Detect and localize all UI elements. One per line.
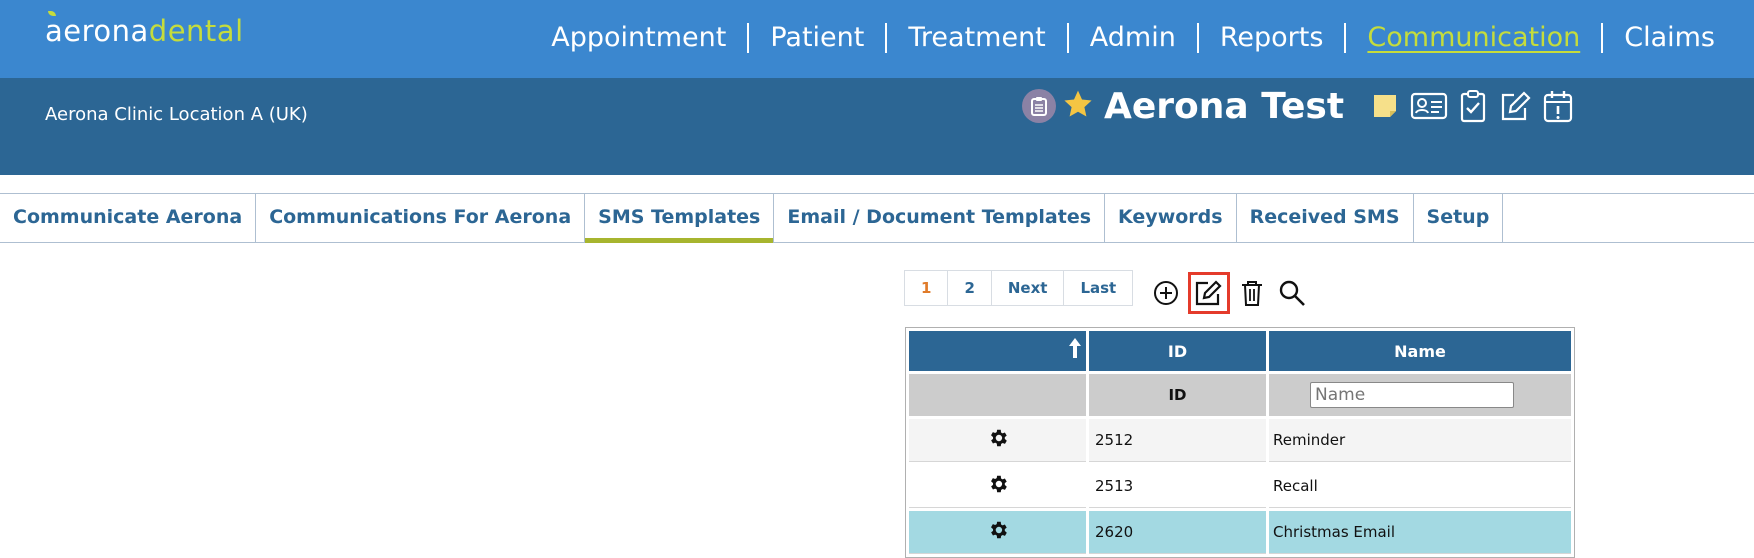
nav-appointment[interactable]: Appointment [530,18,747,58]
row-name: Reminder [1269,419,1571,462]
row-settings-cell [909,419,1086,462]
sticky-note-icon[interactable] [1372,91,1400,121]
tab-email-document-templates[interactable]: Email / Document Templates [774,194,1106,242]
communication-tabs: Communicate Aerona Communications For Ae… [0,193,1754,243]
row-name: Recall [1269,465,1571,508]
page-1-link[interactable]: 1 [905,271,949,305]
star-icon[interactable] [1062,88,1094,124]
row-id: 2620 [1089,511,1266,554]
sort-arrow-icon[interactable] [1068,337,1082,363]
grid-toolbar [1148,272,1314,314]
tab-sms-templates[interactable]: SMS Templates [585,194,775,243]
filter-id-label[interactable]: ID [1089,374,1266,416]
patient-banner: Aerona Test [1022,86,1574,127]
page-2-link[interactable]: 2 [948,271,992,305]
sms-templates-grid: ID Name ID 2512 Reminder [905,327,1575,558]
column-header-name[interactable]: Name [1269,331,1571,371]
nav-treatment[interactable]: Treatment [887,18,1066,58]
row-settings-cell [909,511,1086,554]
nav-patient[interactable]: Patient [749,18,885,58]
pagination: 1 2 Next Last [904,270,1134,306]
tab-communicate-aerona[interactable]: Communicate Aerona [0,194,257,242]
table-row[interactable]: 2513 Recall [909,465,1571,508]
main-nav: Appointment Patient Treatment Admin Repo… [530,18,1736,58]
edit-icon[interactable] [1498,90,1532,122]
search-icon[interactable] [1274,276,1310,310]
clipboard-badge-icon[interactable] [1022,89,1056,123]
table-row[interactable]: 2512 Reminder [909,419,1571,462]
nav-claims[interactable]: Claims [1603,18,1736,58]
row-id: 2513 [1089,465,1266,508]
edit-icon[interactable] [1188,272,1230,314]
table-row-selected[interactable]: 2620 Christmas Email [909,511,1571,554]
tab-keywords[interactable]: Keywords [1105,194,1237,242]
tab-received-sms[interactable]: Received SMS [1237,194,1414,242]
gear-icon[interactable] [987,521,1009,545]
filter-cell-empty [909,374,1086,416]
nav-reports[interactable]: Reports [1199,18,1345,58]
gear-icon[interactable] [987,475,1009,499]
next-page-link[interactable]: Next [992,271,1065,305]
name-filter-input[interactable] [1310,382,1514,408]
calendar-alert-icon[interactable] [1542,89,1574,123]
top-navigation-bar: aeronadental Appointment Patient Treatme… [0,0,1754,78]
row-id: 2512 [1089,419,1266,462]
last-page-link[interactable]: Last [1064,271,1132,305]
filter-row: ID [909,374,1571,416]
filter-name-cell [1269,374,1571,416]
row-name: Christmas Email [1269,511,1571,554]
column-header-actions[interactable] [909,331,1086,371]
row-settings-cell [909,465,1086,508]
gear-icon[interactable] [987,429,1009,453]
id-card-icon[interactable] [1410,91,1448,121]
tab-communications-for-aerona[interactable]: Communications For Aerona [256,194,586,242]
nav-communication[interactable]: Communication [1346,18,1601,58]
nav-admin[interactable]: Admin [1069,18,1197,58]
add-icon[interactable] [1148,276,1184,310]
clinic-location: Aerona Clinic Location A (UK) [45,104,308,125]
patient-name[interactable]: Aerona Test [1104,86,1344,127]
column-header-id[interactable]: ID [1089,331,1266,371]
aerona-dental-logo[interactable]: aeronadental [45,11,244,48]
delete-icon[interactable] [1234,276,1270,310]
clipboard-check-icon[interactable] [1458,89,1488,123]
tab-setup[interactable]: Setup [1414,194,1504,242]
